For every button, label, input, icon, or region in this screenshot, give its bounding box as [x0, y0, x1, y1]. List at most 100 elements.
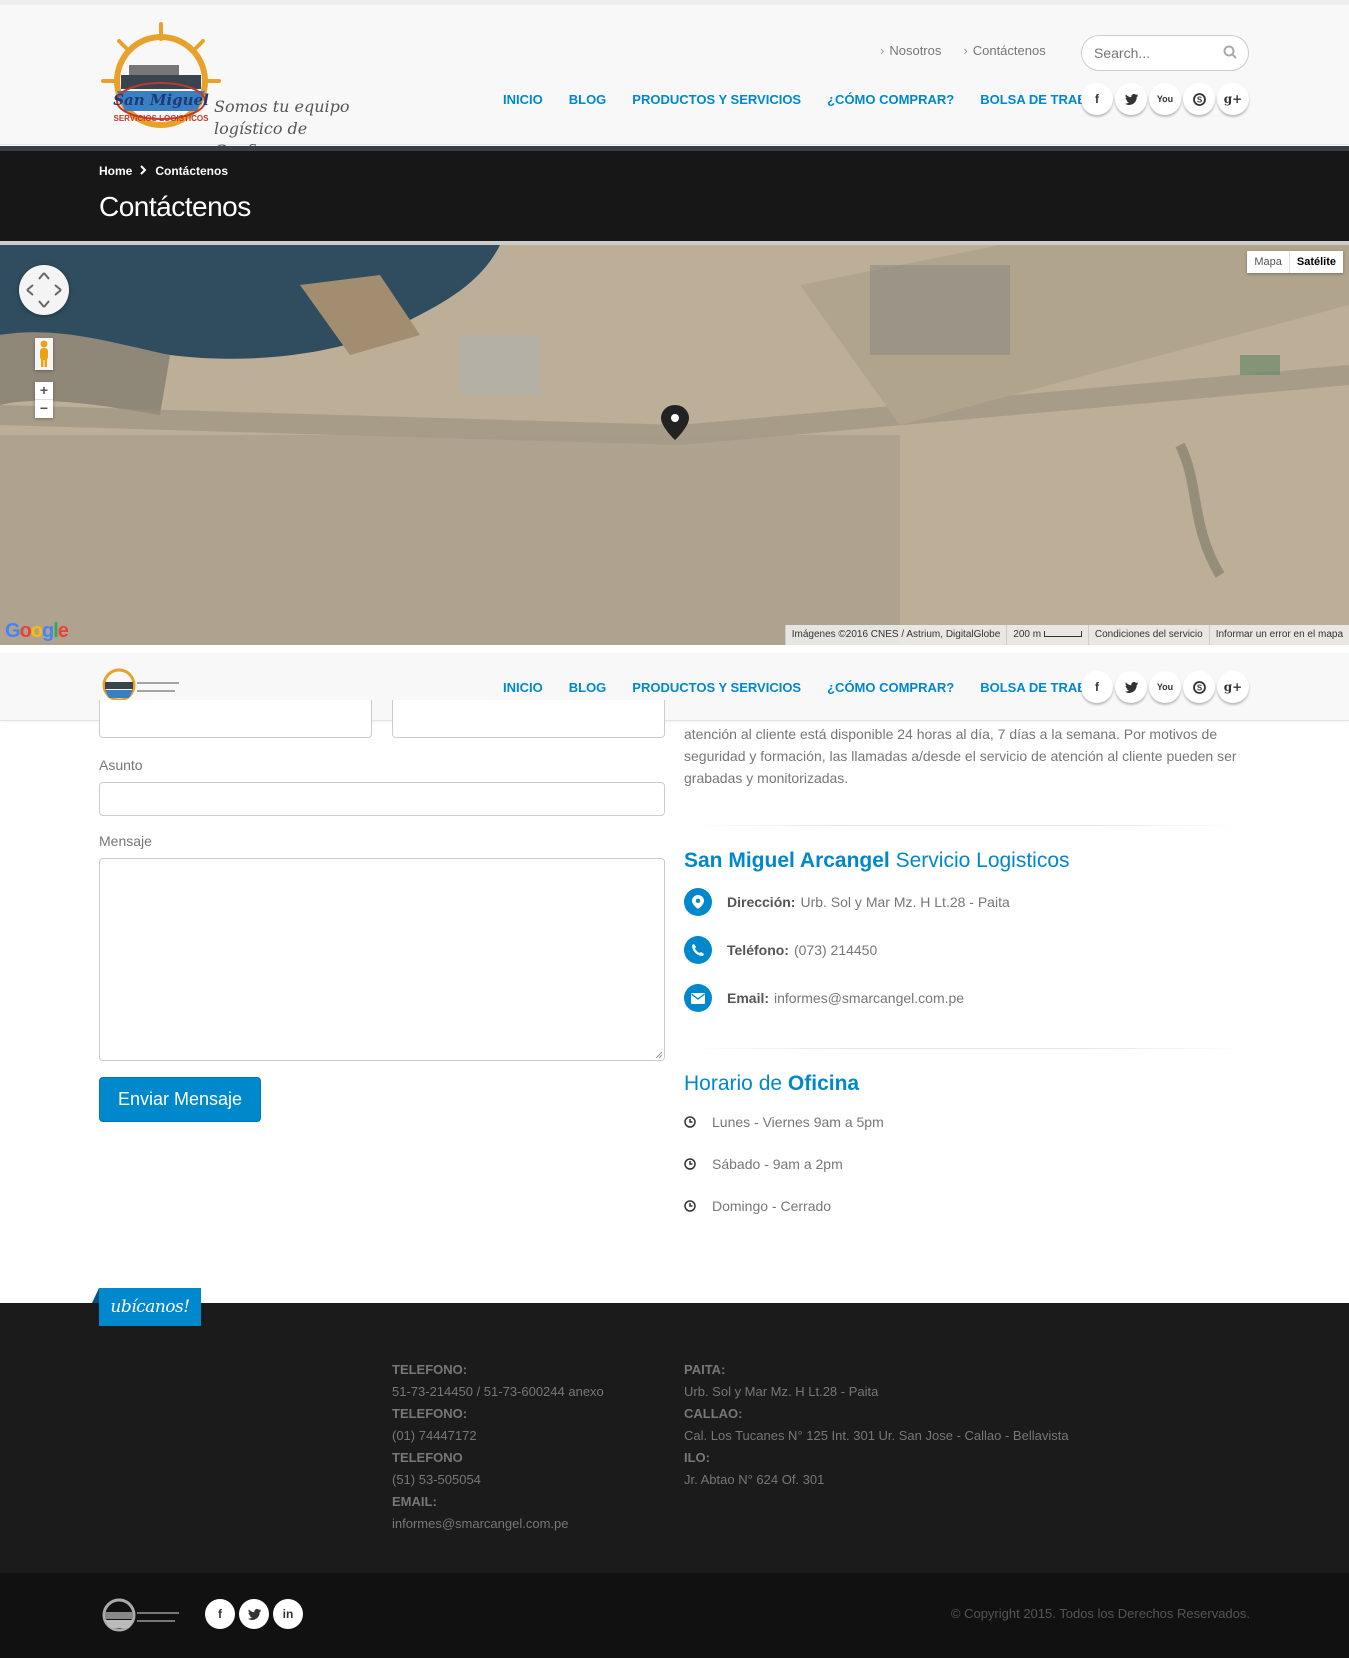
- top-link-label: Contáctenos: [972, 43, 1046, 58]
- hours-heading-b: Oficina: [787, 1072, 860, 1095]
- clock-icon: [684, 1200, 696, 1212]
- phone-value: (073) 214450: [793, 942, 878, 958]
- search-icon[interactable]: [1223, 45, 1237, 64]
- map-scale[interactable]: 200 m: [1006, 625, 1088, 645]
- footer-contact-column: TELEFONO: 51-73-214450 / 51-73-600244 an…: [392, 1359, 604, 1535]
- top-link-nosotros[interactable]: › Nosotros: [880, 43, 941, 58]
- map-terms-link[interactable]: Condiciones del servicio: [1087, 625, 1209, 645]
- google-logo[interactable]: Google: [5, 620, 69, 643]
- map-scale-label: 200 m: [1013, 629, 1042, 640]
- pan-control[interactable]: [19, 265, 69, 315]
- message-textarea[interactable]: [99, 858, 665, 1061]
- footer-label: EMAIL:: [392, 1494, 437, 1509]
- chevron-right-icon: [140, 164, 147, 178]
- ribbon-fold: [92, 1288, 99, 1303]
- svg-text:S: S: [1196, 683, 1202, 692]
- top-link-contactenos[interactable]: › Contáctenos: [963, 43, 1045, 58]
- facebook-icon[interactable]: f: [1081, 671, 1113, 703]
- nav-como-comprar[interactable]: ¿CÓMO COMPRAR?: [827, 680, 954, 695]
- clock-icon: [684, 1158, 696, 1170]
- sticky-nav: INICIO BLOG PRODUCTOS Y SERVICIOS ¿CÓMO …: [503, 680, 1113, 695]
- send-message-button[interactable]: Enviar Mensaje: [99, 1077, 261, 1122]
- search-input[interactable]: [1094, 45, 1214, 61]
- phone-icon: [684, 936, 712, 964]
- hours-text: Domingo - Cerrado: [712, 1198, 832, 1214]
- twitter-icon[interactable]: [1115, 671, 1147, 703]
- address-value: Urb. Sol y Mar Mz. H Lt.28 - Paita: [800, 894, 1010, 910]
- email-label: Email:: [727, 990, 770, 1006]
- map-report-link[interactable]: Informar un error en el mapa: [1208, 625, 1349, 645]
- clock-icon: [684, 1116, 696, 1128]
- zoom-out-button[interactable]: −: [35, 399, 53, 417]
- map-type-control: Mapa Satélite: [1247, 251, 1343, 273]
- company-heading-bold: San Miguel Arcangel: [684, 849, 890, 872]
- subject-label: Asunto: [99, 757, 143, 773]
- map-marker-icon: [684, 888, 712, 916]
- hours-text: Sábado - 9am a 2pm: [712, 1156, 843, 1172]
- satellite-imagery: [0, 245, 1349, 645]
- breadcrumb-home[interactable]: Home: [99, 164, 132, 178]
- nav-inicio[interactable]: INICIO: [503, 92, 543, 107]
- twitter-icon[interactable]: [239, 1599, 269, 1629]
- skype-icon[interactable]: S: [1183, 83, 1215, 115]
- nav-productos[interactable]: PRODUCTOS Y SERVICIOS: [632, 92, 801, 107]
- chevron-right-icon: ›: [963, 43, 968, 58]
- header-socials: f You S g+: [1081, 83, 1249, 115]
- facebook-icon[interactable]: f: [205, 1599, 235, 1629]
- spacer: [0, 645, 1349, 653]
- envelope-icon: [684, 984, 712, 1012]
- facebook-icon[interactable]: f: [1081, 83, 1113, 115]
- nav-inicio[interactable]: INICIO: [503, 680, 543, 695]
- hours-heading: Horario de Oficina: [684, 1072, 859, 1096]
- google-plus-icon[interactable]: g+: [1217, 671, 1249, 703]
- contact-email: Email: informes@smarcangel.com.pe: [684, 984, 964, 1012]
- email-field[interactable]: [392, 700, 665, 738]
- copyright-bar: f in © Copyright 2015. Todos los Derecho…: [0, 1573, 1349, 1658]
- scale-bar: [1043, 631, 1082, 638]
- nav-blog[interactable]: BLOG: [569, 680, 607, 695]
- footer-socials: f in: [205, 1599, 303, 1629]
- google-plus-icon[interactable]: g+: [1217, 83, 1249, 115]
- company-heading: San Miguel Arcangel Servicio Logisticos: [684, 849, 1070, 873]
- map-footer: Imágenes ©2016 CNES / Astrium, DigitalGl…: [784, 625, 1349, 645]
- nav-blog[interactable]: BLOG: [569, 92, 607, 107]
- contact-intro: atención al cliente está disponible 24 h…: [684, 726, 1237, 786]
- footer-label: TELEFONO:: [392, 1406, 468, 1421]
- nav-como-comprar[interactable]: ¿CÓMO COMPRAR?: [827, 92, 954, 107]
- footer-email-link[interactable]: informes@smarcangel.com.pe: [392, 1516, 568, 1531]
- footer-value: Jr. Abtao N° 624 Of. 301: [684, 1472, 825, 1487]
- map-type-satellite-button[interactable]: Satélite: [1288, 251, 1343, 273]
- street-view-pegman-icon[interactable]: [35, 338, 53, 370]
- footer-label: TELEFONO:: [392, 1362, 468, 1377]
- twitter-icon[interactable]: [1115, 83, 1147, 115]
- map-type-map-button[interactable]: Mapa: [1247, 251, 1289, 273]
- phone-label: Teléfono:: [727, 942, 789, 958]
- email-link[interactable]: informes@smarcangel.com.pe: [774, 990, 964, 1006]
- top-links: › Nosotros › Contáctenos: [880, 43, 1046, 58]
- svg-text:S: S: [1196, 95, 1202, 104]
- youtube-icon[interactable]: You: [1149, 83, 1181, 115]
- nav-productos[interactable]: PRODUCTOS Y SERVICIOS: [632, 680, 801, 695]
- copyright-text: © Copyright 2015. Todos los Derechos Res…: [950, 1606, 1250, 1621]
- name-field[interactable]: [99, 700, 372, 738]
- divider: [684, 825, 1249, 826]
- subject-field[interactable]: [99, 782, 665, 816]
- site-logo[interactable]: San Miguel SERVICIOS LOGISTICOS Somos tu…: [99, 19, 355, 160]
- footer-label: CALLAO:: [684, 1406, 743, 1421]
- contact-phone: Teléfono: (073) 214450: [684, 936, 877, 964]
- footer-logo[interactable]: [99, 1593, 183, 1637]
- zoom-in-button[interactable]: +: [35, 382, 53, 399]
- youtube-icon[interactable]: You: [1149, 671, 1181, 703]
- contact-address: Dirección: Urb. Sol y Mar Mz. H Lt.28 - …: [684, 888, 1010, 916]
- company-heading-rest: Servicio Logisticos: [895, 849, 1070, 872]
- linkedin-icon[interactable]: in: [273, 1599, 303, 1629]
- hours-row: Domingo - Cerrado: [684, 1198, 831, 1214]
- breadcrumb-current: Contáctenos: [155, 164, 229, 178]
- skype-icon[interactable]: S: [1183, 671, 1215, 703]
- footer-offices-column: PAITA: Urb. Sol y Mar Mz. H Lt.28 - Pait…: [684, 1359, 1069, 1491]
- footer-value: Cal. Los Tucanes N° 125 Int. 301 Ur. San…: [684, 1428, 1069, 1443]
- google-map[interactable]: Mapa Satélite + − Google Imágenes ©2016 …: [0, 245, 1349, 645]
- site-header: San Miguel SERVICIOS LOGISTICOS Somos tu…: [0, 5, 1349, 160]
- footer-value: (51) 53-505054: [392, 1472, 481, 1487]
- resize-handle-icon[interactable]: [654, 1050, 663, 1059]
